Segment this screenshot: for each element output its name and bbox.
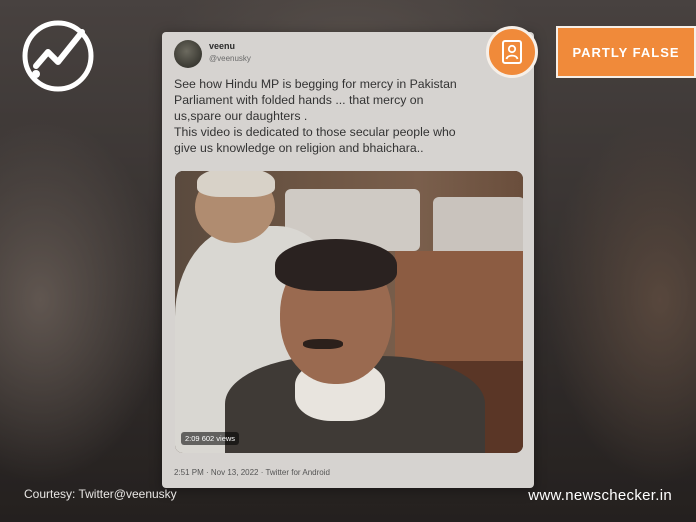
video-stats: 2:09 602 views: [181, 432, 240, 445]
video-duration: 2:09: [185, 434, 200, 443]
tweet-text-line: give us knowledge on religion and bhaich…: [174, 141, 424, 155]
video-person-background-hair: [197, 171, 275, 197]
video-views: 602 views: [201, 434, 236, 443]
avatar: [174, 40, 202, 68]
tweet-text-line: This video is dedicated to those secular…: [174, 125, 456, 139]
tweet-text: See how Hindu MP is begging for mercy in…: [174, 76, 524, 156]
document-person-icon: [486, 26, 538, 78]
tweet-text-line: us,spare our daughters .: [174, 109, 308, 123]
tweet-meta: 2:51 PM · Nov 13, 2022 · Twitter for And…: [174, 468, 330, 477]
tweet-card: veenu @veenusky See how Hindu MP is begg…: [162, 32, 534, 488]
video-panel: [433, 197, 523, 257]
site-url[interactable]: www.newschecker.in: [528, 487, 672, 504]
tweet-handle: @veenusky: [209, 54, 251, 63]
courtesy-credit: Courtesy: Twitter@veenusky: [24, 487, 177, 501]
tweet-text-line: See how Hindu MP is begging for mercy in…: [174, 77, 457, 91]
video-speaker-mustache: [303, 339, 343, 349]
tweet-text-line: Parliament with folded hands ... that me…: [174, 93, 424, 107]
tweet-username: veenu: [209, 41, 236, 51]
newschecker-logo-icon: [20, 18, 96, 94]
verdict-badge: PARTLY FALSE: [556, 26, 696, 78]
video-bench: [395, 251, 523, 361]
video-speaker-hair: [275, 239, 397, 291]
tweet-video[interactable]: 2:09 602 views: [175, 171, 523, 453]
